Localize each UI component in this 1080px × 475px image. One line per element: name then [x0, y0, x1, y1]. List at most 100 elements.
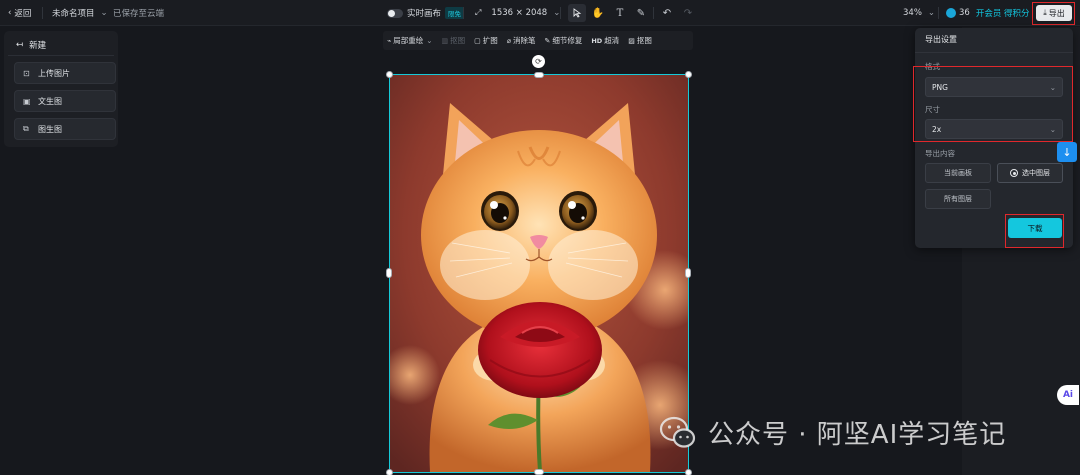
divider	[938, 7, 939, 19]
upload-image-button[interactable]: ⊡ 上传图片	[14, 62, 116, 84]
resize-icon: ⤢	[475, 8, 482, 17]
expand-icon: ▢	[474, 36, 481, 45]
highlight-export	[1032, 2, 1075, 25]
text-to-image-icon: ▣	[23, 96, 31, 106]
new-button[interactable]: ↤ 新建	[16, 39, 46, 51]
back-label: 返回	[14, 9, 32, 19]
inpaint-button[interactable]: ⌁ 局部重绘 ⌄	[387, 35, 433, 46]
divider	[915, 52, 1073, 53]
chevron-down-icon: ⌄	[100, 8, 108, 18]
divider	[463, 7, 464, 19]
text-tool-button[interactable]: T	[611, 4, 629, 22]
new-icon: ↤	[16, 40, 24, 50]
export-settings-title: 导出设置	[925, 35, 957, 44]
expand-button[interactable]: ▢ 扩图	[474, 35, 498, 46]
hd-button[interactable]: HD 超清	[591, 35, 619, 46]
eraser-button[interactable]: ⌀ 消除笔	[507, 35, 536, 46]
undo-button[interactable]: ↶	[658, 4, 676, 22]
eraser-label: 消除笔	[512, 36, 536, 45]
divider	[42, 7, 43, 19]
scroll-down-button[interactable]: ↓	[1057, 142, 1077, 162]
undo-icon: ↶	[662, 7, 672, 19]
watermark: 公众号 · 阿坚AI学习笔记	[658, 412, 1006, 452]
pen-tool-button[interactable]: ✎	[632, 4, 650, 22]
resize-handle-bottom-right[interactable]	[685, 469, 692, 475]
divider	[8, 55, 114, 56]
resize-handle-top[interactable]	[534, 72, 544, 78]
image-to-image-icon: ⧉	[23, 124, 29, 133]
resize-handle-left[interactable]	[386, 268, 392, 278]
divider	[560, 7, 561, 19]
selection-frame[interactable]	[389, 74, 689, 473]
resize-handle-bottom-left[interactable]	[386, 469, 393, 475]
option-all-layers[interactable]: 所有图层	[925, 189, 991, 209]
resize-handle-top-left[interactable]	[386, 71, 393, 78]
text-to-image-button[interactable]: ▣ 文生图	[14, 90, 116, 112]
detail-repair-button[interactable]: ✎ 细节修复	[544, 35, 582, 46]
watermark-text: 公众号 · 阿坚AI学习笔记	[708, 419, 1007, 450]
ai-icon: Ai	[1062, 390, 1074, 400]
hd-icon: HD	[591, 36, 603, 45]
expand-label: 扩图	[482, 36, 498, 45]
upload-image-label: 上传图片	[38, 68, 70, 78]
hand-icon: ✋	[591, 7, 605, 19]
zoom-selector[interactable]: 34% ⌄	[903, 0, 935, 26]
chevron-left-icon: ‹	[8, 8, 12, 18]
matting-label: 抠图	[636, 36, 652, 45]
chevron-down-icon: ⌄	[426, 36, 433, 45]
option-current-artboard[interactable]: 当前画板	[925, 163, 991, 183]
brush-icon: ⌁	[387, 36, 392, 45]
option-selected-layer[interactable]: 选中图层	[997, 163, 1063, 183]
option-label: 当前画板	[944, 169, 972, 177]
credits-value: 36	[959, 8, 970, 18]
credits-display[interactable]: 36 开会员 得积分	[946, 0, 1030, 26]
canvas-size-value: 1536 × 2048	[491, 8, 548, 18]
redo-button[interactable]: ↷	[679, 4, 697, 22]
export-content-label: 导出内容	[925, 149, 955, 158]
cutout-icon: ▥	[441, 36, 449, 45]
resize-handle-bottom[interactable]	[534, 469, 544, 475]
zoom-value: 34%	[903, 8, 922, 18]
image-to-image-button[interactable]: ⧉ 图生图	[14, 118, 116, 140]
vip-link[interactable]: 开会员 得积分	[976, 7, 1030, 19]
upload-image-icon: ⊡	[23, 68, 30, 78]
left-panel: ↤ 新建 ⊡ 上传图片 ▣ 文生图 ⧉ 图生图	[4, 31, 118, 147]
resize-handle-right[interactable]	[685, 268, 691, 278]
ai-assistant-button[interactable]: Ai	[1057, 385, 1079, 405]
free-badge: 限免	[445, 7, 465, 19]
option-label: 所有图层	[944, 195, 972, 203]
rotate-icon: ⟳	[535, 57, 542, 66]
highlight-download	[1005, 214, 1064, 248]
canvas-toolbar: ⌁ 局部重绘 ⌄ ▥ 抠图 ▢ 扩图 ⌀ 消除笔 ✎ 细节修复 HD 超清 ▨ …	[383, 31, 693, 50]
option-label: 选中图层	[1022, 169, 1050, 177]
realtime-canvas-toggle[interactable]: 实时画布 限免	[387, 0, 465, 26]
text-to-image-label: 文生图	[38, 96, 62, 106]
redo-icon: ↷	[683, 7, 693, 19]
resize-handle-top-right[interactable]	[685, 71, 692, 78]
back-button[interactable]: ‹ 返回	[8, 0, 31, 26]
credit-icon	[946, 8, 956, 18]
image-to-image-label: 图生图	[38, 124, 62, 134]
arrow-down-icon: ↓	[1062, 145, 1072, 159]
matting-icon: ▨	[628, 36, 635, 45]
project-name-label: 未命名项目	[52, 9, 95, 19]
radio-selected-icon	[1010, 169, 1018, 177]
repair-icon: ✎	[544, 36, 551, 45]
text-icon: T	[616, 7, 624, 19]
divider	[653, 7, 654, 19]
toggle-switch[interactable]	[387, 8, 403, 18]
cutout-button-disabled[interactable]: ▥ 抠图	[442, 35, 466, 46]
select-tool-button[interactable]	[568, 4, 586, 22]
matting-button[interactable]: ▨ 抠图	[628, 35, 652, 46]
highlight-format-size	[913, 66, 1073, 142]
hand-tool-button[interactable]: ✋	[589, 4, 607, 22]
top-bar: ‹ 返回 未命名项目 ⌄ 已保存至云端 实时画布 限免 ⤢ 1536 × 204…	[0, 0, 1080, 26]
cursor-icon	[573, 8, 581, 18]
inpaint-label: 局部重绘	[393, 36, 424, 45]
wechat-icon	[659, 416, 696, 448]
project-name[interactable]: 未命名项目 ⌄	[52, 0, 108, 26]
cutout-label: 抠图	[450, 36, 466, 45]
rotate-handle[interactable]: ⟳	[532, 55, 545, 68]
eraser-icon: ⌀	[506, 36, 511, 45]
canvas-size-selector[interactable]: ⤢ 1536 × 2048 ⌄	[475, 0, 560, 26]
